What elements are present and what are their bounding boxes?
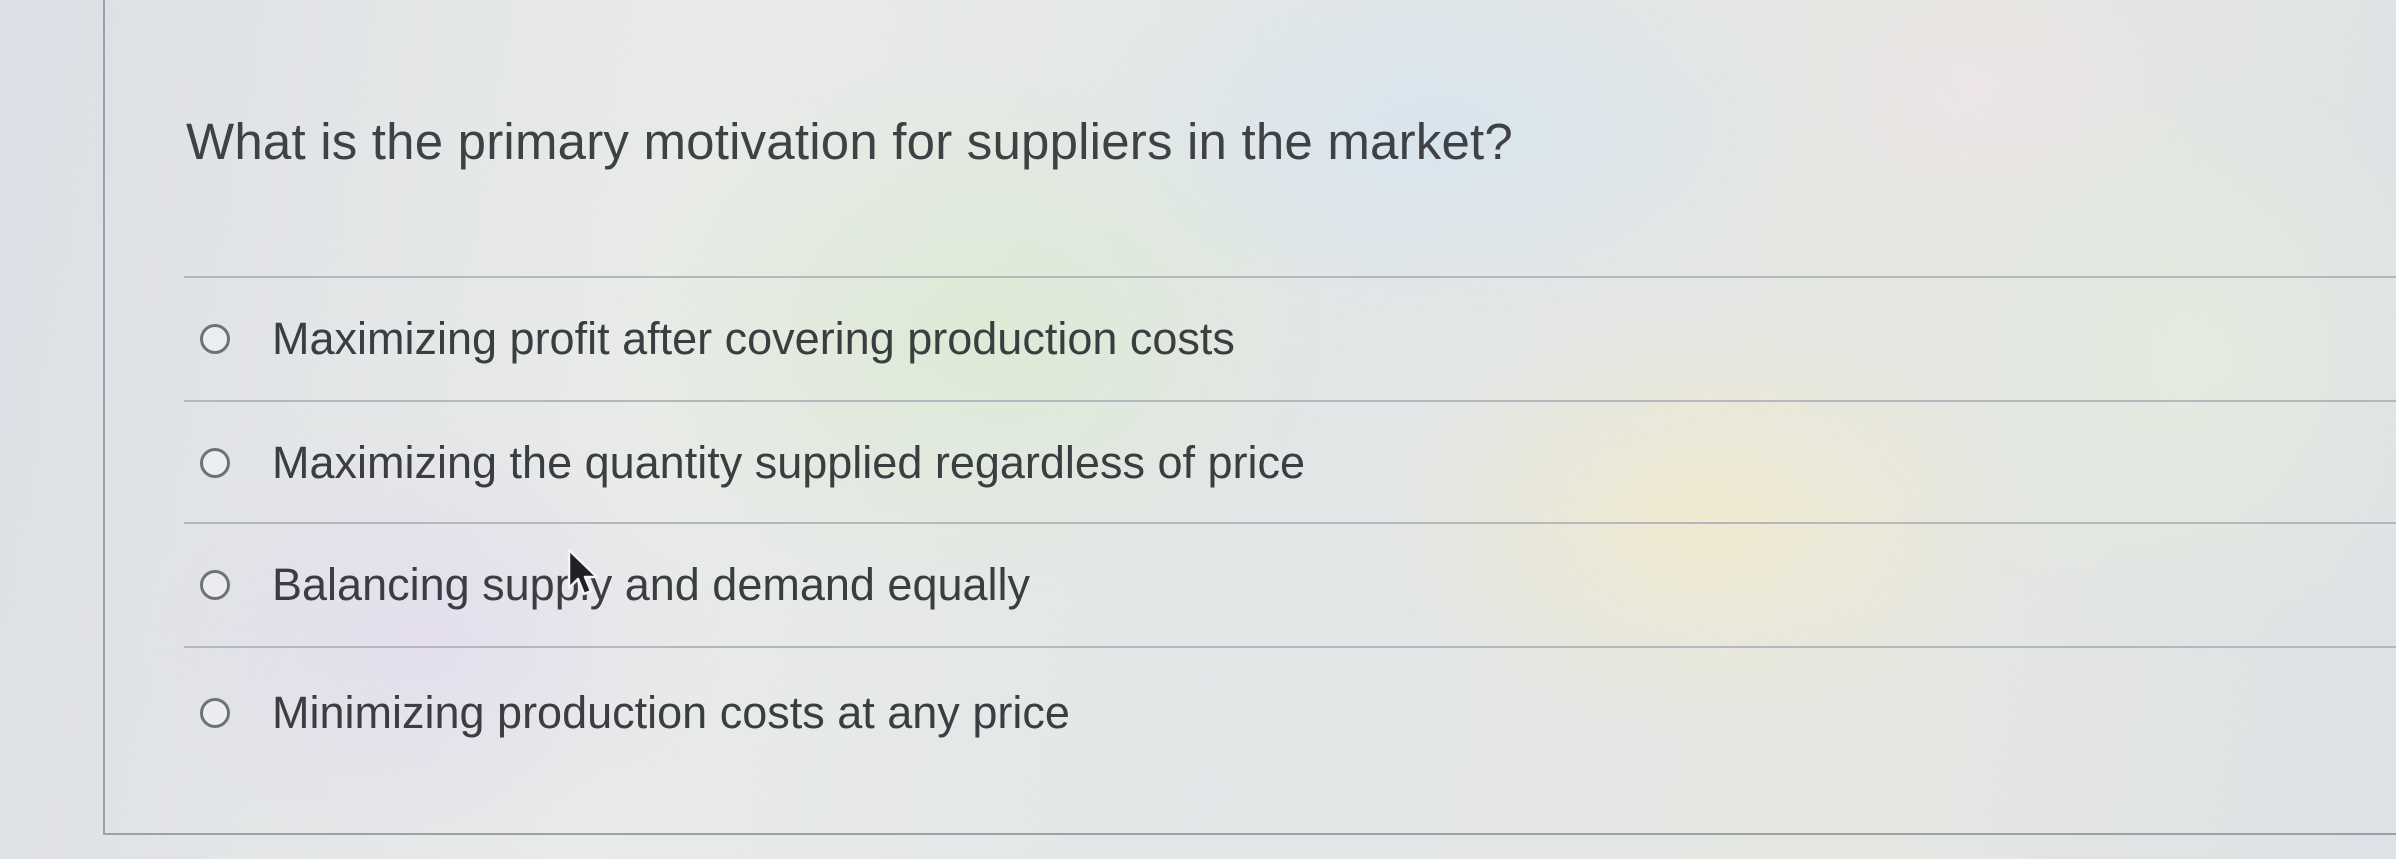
answer-option-1[interactable]: Maximizing profit after covering product… <box>200 304 1235 374</box>
divider-top <box>184 276 2396 278</box>
radio-button-4[interactable] <box>200 698 230 728</box>
radio-button-2[interactable] <box>200 448 230 478</box>
question-text: What is the primary motivation for suppl… <box>186 113 1513 170</box>
divider-2 <box>184 522 2396 524</box>
answer-option-4[interactable]: Minimizing production costs at any price <box>200 678 1070 748</box>
radio-button-1[interactable] <box>200 324 230 354</box>
answer-option-4-label[interactable]: Minimizing production costs at any price <box>272 687 1070 739</box>
answer-option-2[interactable]: Maximizing the quantity supplied regardl… <box>200 428 1305 498</box>
radio-button-3[interactable] <box>200 570 230 600</box>
divider-1 <box>184 400 2396 402</box>
answer-option-3-label[interactable]: Balancing supply and demand equally <box>272 559 1030 611</box>
mouse-pointer-icon <box>567 548 599 596</box>
divider-3 <box>184 646 2396 648</box>
answer-option-2-label[interactable]: Maximizing the quantity supplied regardl… <box>272 437 1305 489</box>
answer-option-3[interactable]: Balancing supply and demand equally <box>200 550 1030 620</box>
answer-option-1-label[interactable]: Maximizing profit after covering product… <box>272 313 1235 365</box>
